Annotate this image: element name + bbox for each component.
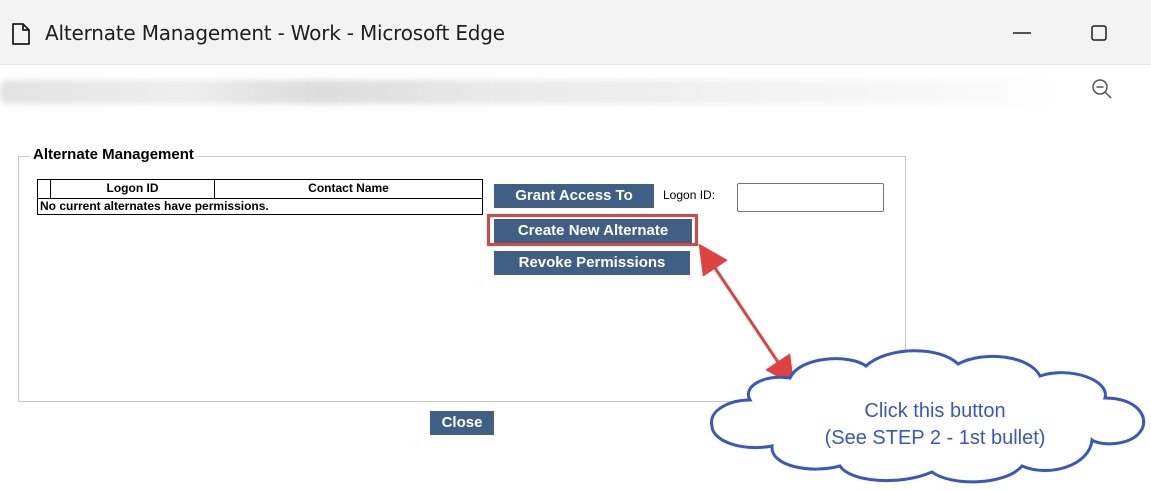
pointer-arrow bbox=[698, 243, 795, 387]
callout-text: Click this button (See STEP 2 - 1st bull… bbox=[770, 398, 1100, 452]
callout-line-1: Click this button bbox=[864, 400, 1006, 422]
callout-line-2: (See STEP 2 - 1st bullet) bbox=[824, 427, 1046, 449]
